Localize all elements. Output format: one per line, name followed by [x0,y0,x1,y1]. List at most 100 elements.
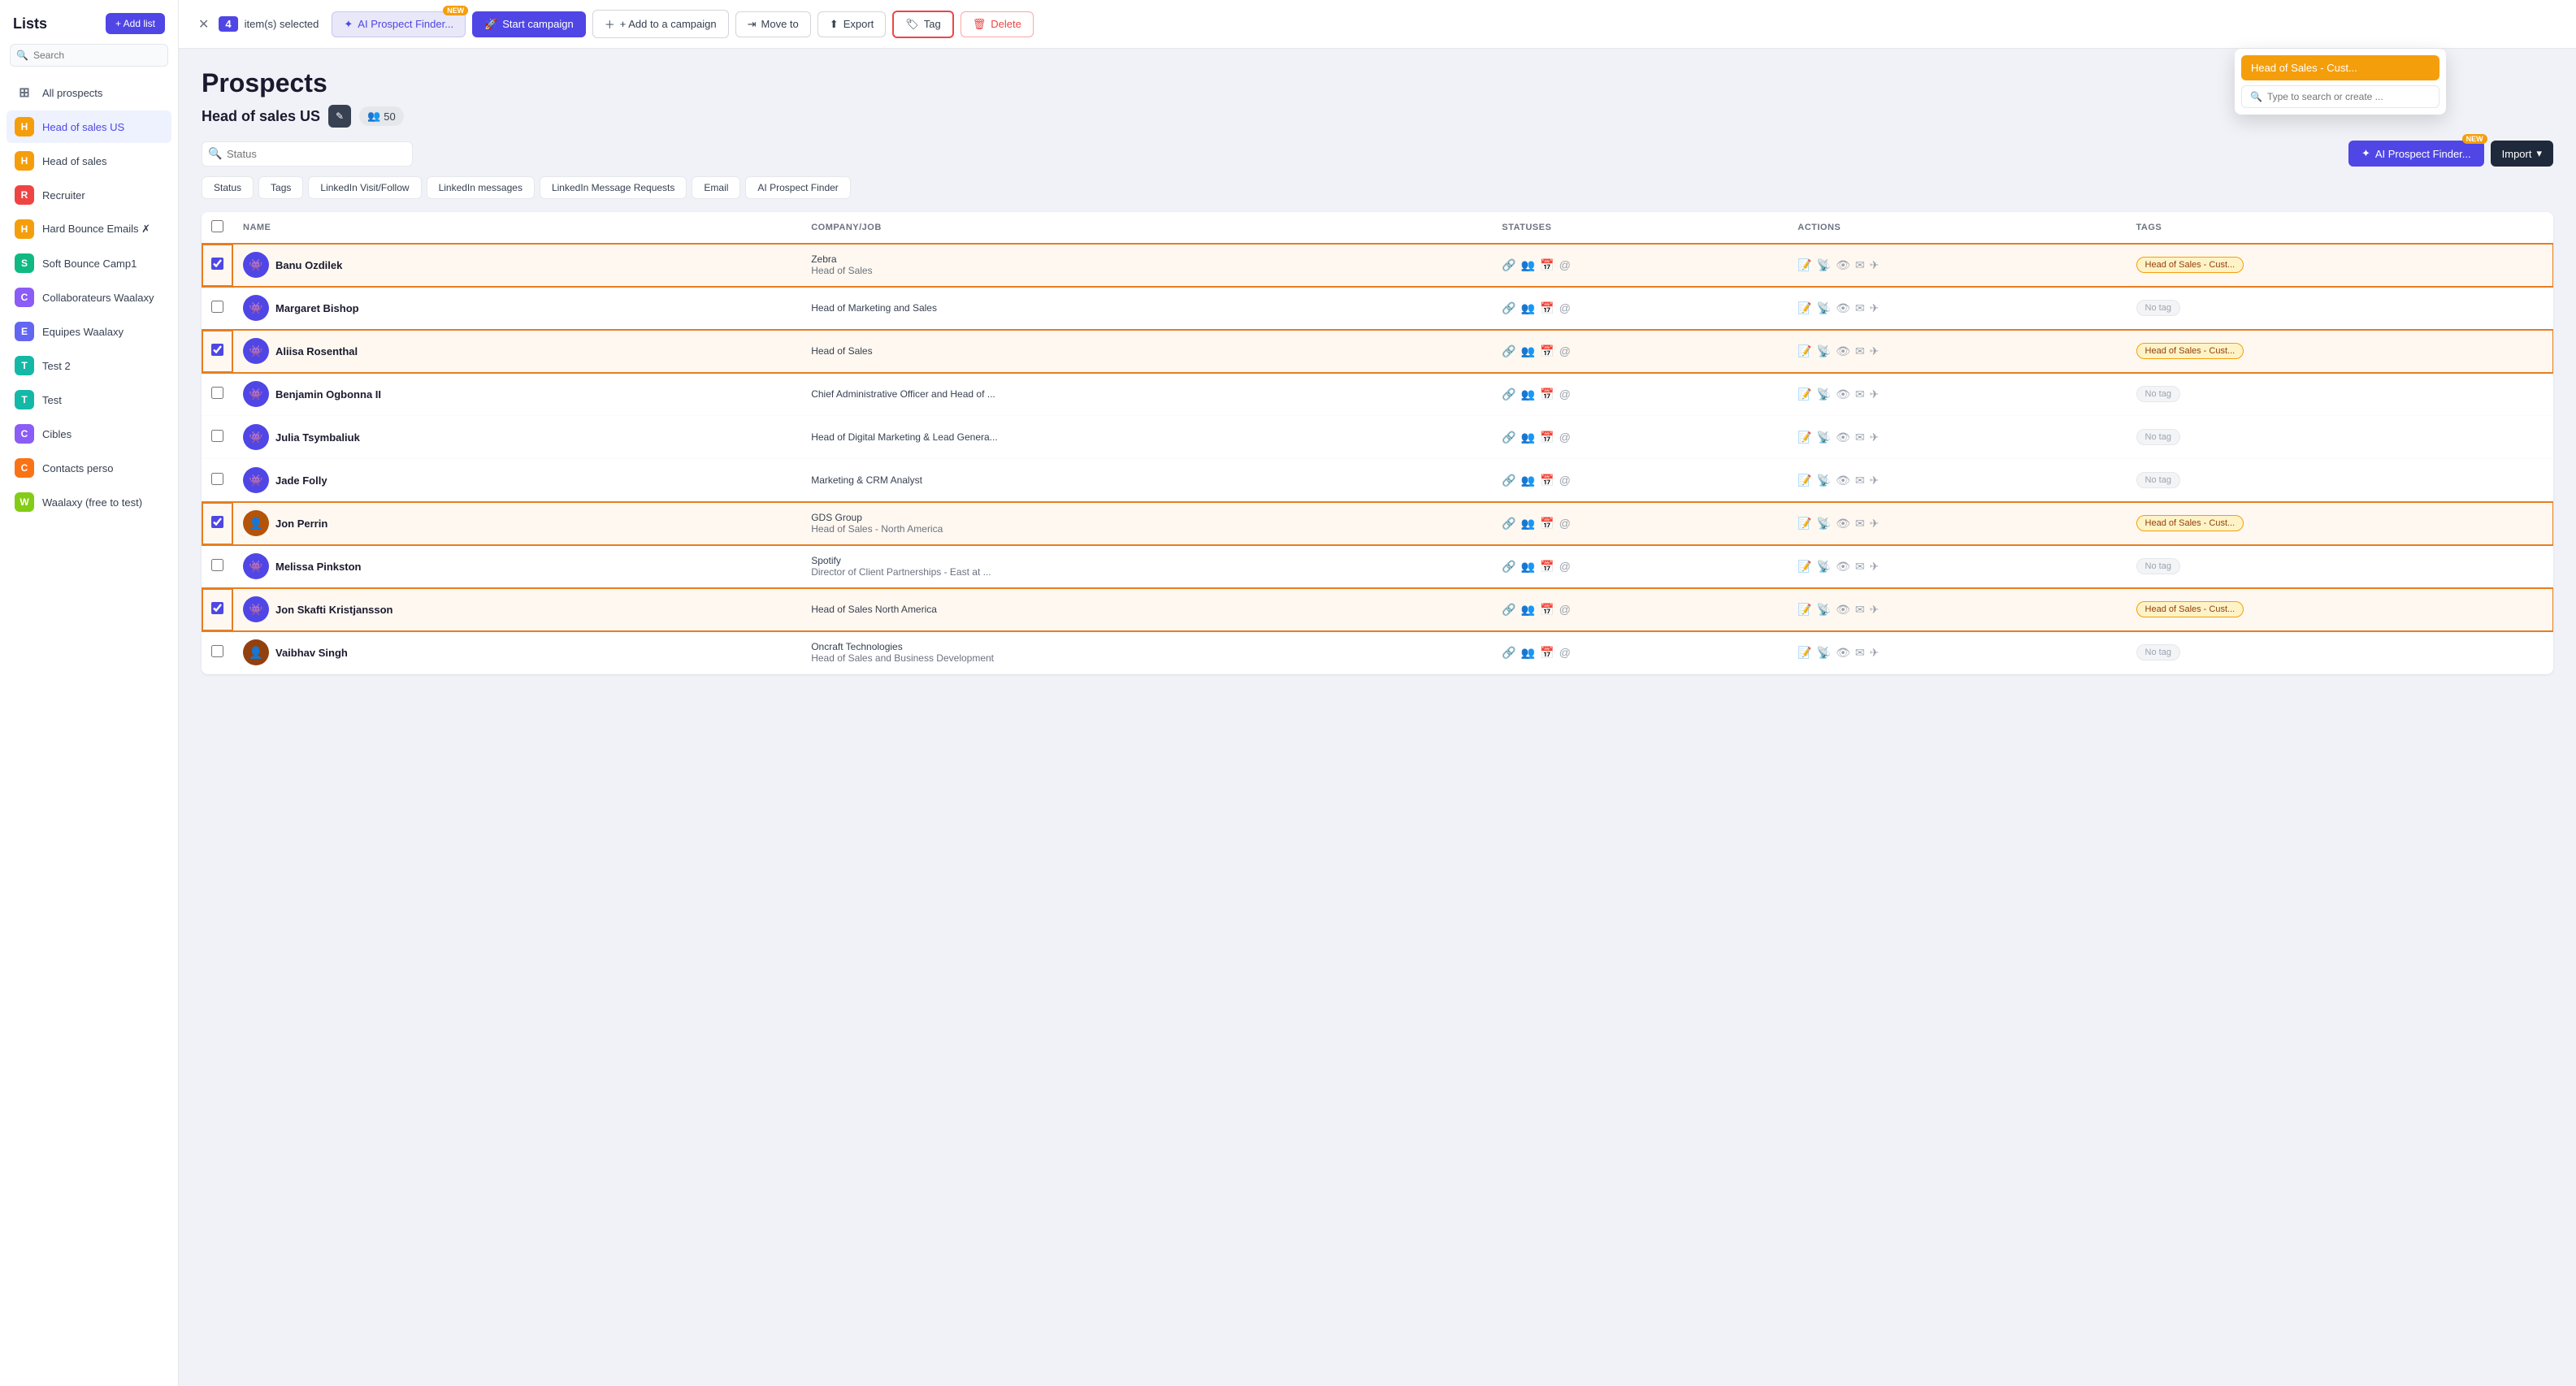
calendar-icon[interactable]: 📅 [1540,474,1554,487]
email-icon[interactable]: @ [1559,431,1571,444]
people-icon[interactable]: 👥 [1521,646,1535,660]
rss-icon[interactable]: 📡 [1817,517,1831,531]
link-icon[interactable]: 🔗 [1502,258,1516,272]
mail-icon[interactable]: ✉ [1855,301,1865,315]
tag-search-input[interactable] [2267,91,2431,102]
view-icon[interactable]: 👁 [1836,431,1850,444]
calendar-icon[interactable]: 📅 [1540,560,1554,574]
mail-icon[interactable]: ✉ [1855,431,1865,444]
row-checkbox[interactable] [211,473,223,485]
filter-tab-status[interactable]: Status [202,176,254,199]
note-icon[interactable]: 📝 [1798,344,1811,358]
sidebar-item-collaborateurs-waalaxy[interactable]: C Collaborateurs Waalaxy [7,281,171,314]
rss-icon[interactable]: 📡 [1817,301,1831,315]
view-icon[interactable]: 👁 [1836,560,1850,574]
rss-icon[interactable]: 📡 [1817,388,1831,401]
select-all-checkbox[interactable] [211,220,223,232]
calendar-icon[interactable]: 📅 [1540,646,1554,660]
export-button[interactable]: ⬆ Export [817,11,886,37]
tag-button[interactable]: 🏷 Tag [892,11,953,38]
people-icon[interactable]: 👥 [1521,560,1535,574]
view-icon[interactable]: 👁 [1836,344,1850,358]
email-icon[interactable]: @ [1559,258,1571,271]
email-icon[interactable]: @ [1559,388,1571,401]
row-checkbox[interactable] [211,301,223,313]
view-icon[interactable]: 👁 [1836,388,1850,401]
send-icon[interactable]: ✈ [1870,603,1880,617]
send-icon[interactable]: ✈ [1870,431,1880,444]
note-icon[interactable]: 📝 [1798,301,1811,315]
row-checkbox[interactable] [211,516,223,528]
link-icon[interactable]: 🔗 [1502,646,1516,660]
note-icon[interactable]: 📝 [1798,431,1811,444]
people-icon[interactable]: 👥 [1521,603,1535,617]
sidebar-item-all-prospects[interactable]: ⊞ All prospects [7,76,171,109]
send-icon[interactable]: ✈ [1870,344,1880,358]
mail-icon[interactable]: ✉ [1855,517,1865,531]
email-icon[interactable]: @ [1559,344,1571,357]
mail-icon[interactable]: ✉ [1855,474,1865,487]
email-icon[interactable]: @ [1559,301,1571,314]
mail-icon[interactable]: ✉ [1855,258,1865,272]
link-icon[interactable]: 🔗 [1502,344,1516,358]
row-checkbox[interactable] [211,559,223,571]
close-button[interactable]: ✕ [195,13,212,36]
people-icon[interactable]: 👥 [1521,431,1535,444]
row-checkbox[interactable] [211,258,223,270]
send-icon[interactable]: ✈ [1870,560,1880,574]
calendar-icon[interactable]: 📅 [1540,344,1554,358]
people-icon[interactable]: 👥 [1521,258,1535,272]
rss-icon[interactable]: 📡 [1817,258,1831,272]
send-icon[interactable]: ✈ [1870,474,1880,487]
sidebar-item-test-2[interactable]: T Test 2 [7,349,171,382]
people-icon[interactable]: 👥 [1521,388,1535,401]
sidebar-item-recruiter[interactable]: R Recruiter [7,179,171,211]
filter-tab-email[interactable]: Email [692,176,740,199]
sidebar-item-test[interactable]: T Test [7,383,171,416]
sidebar-item-hard-bounce-emails[interactable]: H Hard Bounce Emails ✗ [7,213,171,245]
note-icon[interactable]: 📝 [1798,517,1811,531]
rss-icon[interactable]: 📡 [1817,344,1831,358]
tag-option[interactable]: Head of Sales - Cust... [2241,55,2439,80]
link-icon[interactable]: 🔗 [1502,301,1516,315]
email-icon[interactable]: @ [1559,560,1571,573]
rss-icon[interactable]: 📡 [1817,560,1831,574]
mail-icon[interactable]: ✉ [1855,388,1865,401]
edit-list-button[interactable]: ✎ [328,105,351,128]
note-icon[interactable]: 📝 [1798,560,1811,574]
link-icon[interactable]: 🔗 [1502,517,1516,531]
calendar-icon[interactable]: 📅 [1540,388,1554,401]
people-icon[interactable]: 👥 [1521,517,1535,531]
row-checkbox[interactable] [211,645,223,657]
mail-icon[interactable]: ✉ [1855,603,1865,617]
row-checkbox[interactable] [211,344,223,356]
send-icon[interactable]: ✈ [1870,517,1880,531]
ai-finder-button[interactable]: ✦ AI Prospect Finder... NEW [2348,141,2484,167]
sidebar-item-equipes-waalaxy[interactable]: E Equipes Waalaxy [7,315,171,348]
sidebar-search-input[interactable] [10,44,168,67]
view-icon[interactable]: 👁 [1836,517,1850,531]
import-button[interactable]: Import ▾ [2491,141,2553,167]
send-icon[interactable]: ✈ [1870,301,1880,315]
people-icon[interactable]: 👥 [1521,474,1535,487]
sidebar-item-head-of-sales[interactable]: H Head of sales [7,145,171,177]
filter-tab-linkedin-messages[interactable]: LinkedIn messages [427,176,535,199]
sidebar-item-contacts-perso[interactable]: C Contacts perso [7,452,171,484]
row-checkbox[interactable] [211,387,223,399]
mail-icon[interactable]: ✉ [1855,560,1865,574]
view-icon[interactable]: 👁 [1836,301,1850,315]
filter-tab-ai-prospect[interactable]: AI Prospect Finder [745,176,850,199]
note-icon[interactable]: 📝 [1798,258,1811,272]
rss-icon[interactable]: 📡 [1817,646,1831,660]
view-icon[interactable]: 👁 [1836,603,1850,617]
calendar-icon[interactable]: 📅 [1540,517,1554,531]
note-icon[interactable]: 📝 [1798,388,1811,401]
send-icon[interactable]: ✈ [1870,646,1880,660]
sidebar-item-waalaxy-free[interactable]: W Waalaxy (free to test) [7,486,171,518]
calendar-icon[interactable]: 📅 [1540,431,1554,444]
row-checkbox[interactable] [211,602,223,614]
calendar-icon[interactable]: 📅 [1540,603,1554,617]
mail-icon[interactable]: ✉ [1855,646,1865,660]
email-icon[interactable]: @ [1559,474,1571,487]
send-icon[interactable]: ✈ [1870,388,1880,401]
